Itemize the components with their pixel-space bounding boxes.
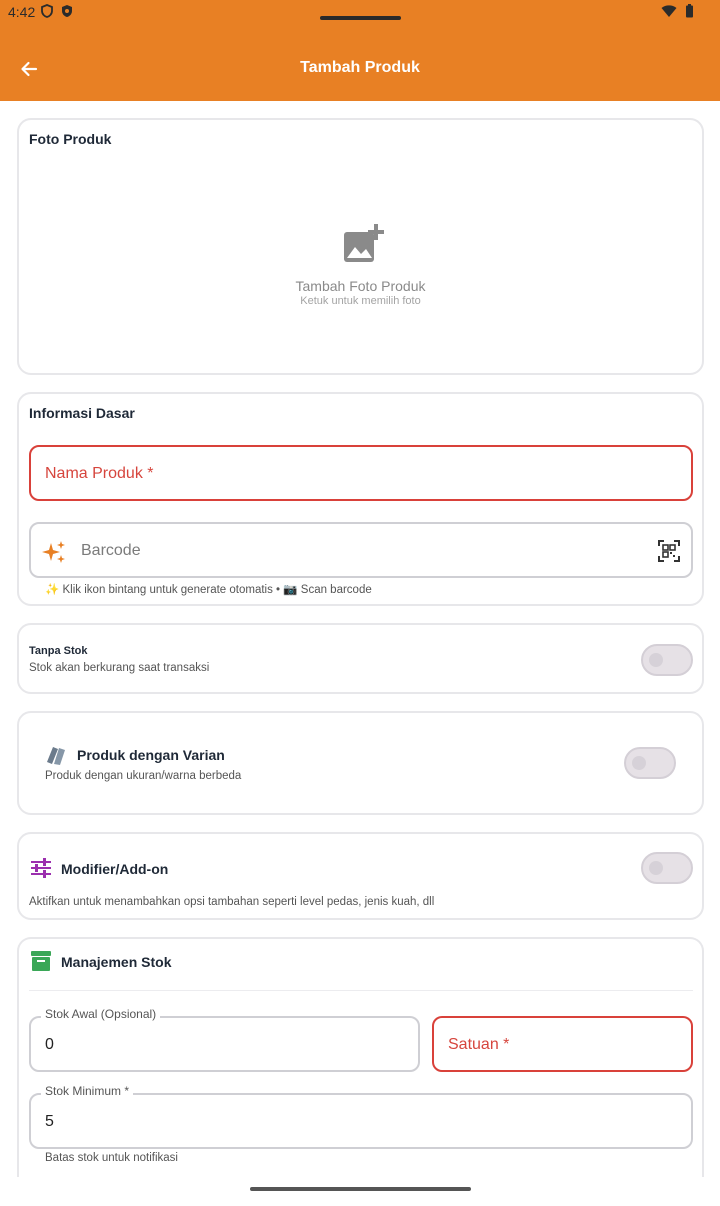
initial-stock-input[interactable]: 0 xyxy=(29,1016,420,1072)
product-name-input[interactable]: Nama Produk * xyxy=(29,445,693,501)
min-stock-label: Stok Minimum * xyxy=(41,1084,134,1098)
photo-picker-area[interactable]: Tambah Foto Produk Ketuk untuk memilih f… xyxy=(19,120,702,373)
qr-scan-icon[interactable] xyxy=(658,540,680,562)
modifier-title: Modifier/Add-on xyxy=(61,861,169,877)
shield-filled-icon xyxy=(62,5,72,17)
no-stock-title: Tanpa Stok xyxy=(29,645,88,657)
min-stock-input[interactable]: 5 xyxy=(29,1093,693,1149)
color-swatch-icon xyxy=(47,747,65,765)
inventory-box-icon xyxy=(31,951,51,971)
divider xyxy=(29,990,693,991)
camera-notch xyxy=(320,16,401,20)
add-photo-hint: Ketuk untuk memilih foto xyxy=(300,295,421,307)
no-stock-card: Tanpa Stok Stok akan berkurang saat tran… xyxy=(17,623,704,694)
stock-management-card: Manajemen Stok 0 Stok Awal (Opsional) Sa… xyxy=(17,937,704,1177)
no-stock-subtitle: Stok akan berkurang saat transaksi xyxy=(29,662,210,674)
toggle-knob xyxy=(632,756,646,770)
toggle-knob xyxy=(649,861,663,875)
photo-card: Foto Produk Tambah Foto Produk Ketuk unt… xyxy=(17,118,704,375)
product-name-placeholder: Nama Produk * xyxy=(45,465,154,482)
status-icons-right xyxy=(661,4,694,18)
add-photo-label: Tambah Foto Produk xyxy=(295,278,426,294)
add-photo-icon xyxy=(344,224,384,262)
initial-stock-label: Stok Awal (Opsional) xyxy=(41,1007,161,1021)
stock-management-title: Manajemen Stok xyxy=(61,954,172,970)
tune-icon xyxy=(31,858,51,878)
toggle-knob xyxy=(649,653,663,667)
barcode-placeholder: Barcode xyxy=(81,542,141,559)
app-bar: 4:42 Tambah Produk xyxy=(0,0,720,101)
modifier-subtitle: Aktifkan untuk menambahkan opsi tambahan… xyxy=(29,896,435,908)
unit-input[interactable]: Satuan * xyxy=(432,1016,693,1072)
status-time: 4:42 xyxy=(8,4,36,20)
barcode-input[interactable]: Barcode xyxy=(29,522,693,578)
home-indicator xyxy=(250,1187,471,1191)
page-title: Tambah Produk xyxy=(300,59,420,76)
min-stock-helper: Batas stok untuk notifikasi xyxy=(45,1152,178,1164)
basic-info-card: Informasi Dasar Nama Produk * Barcode ✨ … xyxy=(17,392,704,606)
modifier-card: Modifier/Add-on Aktifkan untuk menambahk… xyxy=(17,832,704,920)
no-stock-toggle[interactable] xyxy=(641,644,693,676)
basic-info-title: Informasi Dasar xyxy=(29,405,135,421)
variant-subtitle: Produk dengan ukuran/warna berbeda xyxy=(45,770,242,782)
battery-icon xyxy=(686,4,693,18)
barcode-helper: ✨ Klik ikon bintang untuk generate otoma… xyxy=(45,584,372,596)
initial-stock-value: 0 xyxy=(45,1036,54,1053)
shield-outline-icon xyxy=(41,4,53,18)
wifi-icon xyxy=(661,5,677,17)
modifier-toggle[interactable] xyxy=(641,852,693,884)
status-icons-left xyxy=(40,4,74,18)
min-stock-value: 5 xyxy=(45,1113,54,1130)
unit-placeholder: Satuan * xyxy=(448,1036,510,1053)
variant-title: Produk dengan Varian xyxy=(77,747,225,763)
variant-card: Produk dengan Varian Produk dengan ukura… xyxy=(17,711,704,815)
variant-toggle[interactable] xyxy=(624,747,676,779)
sparkle-icon[interactable] xyxy=(42,540,68,564)
